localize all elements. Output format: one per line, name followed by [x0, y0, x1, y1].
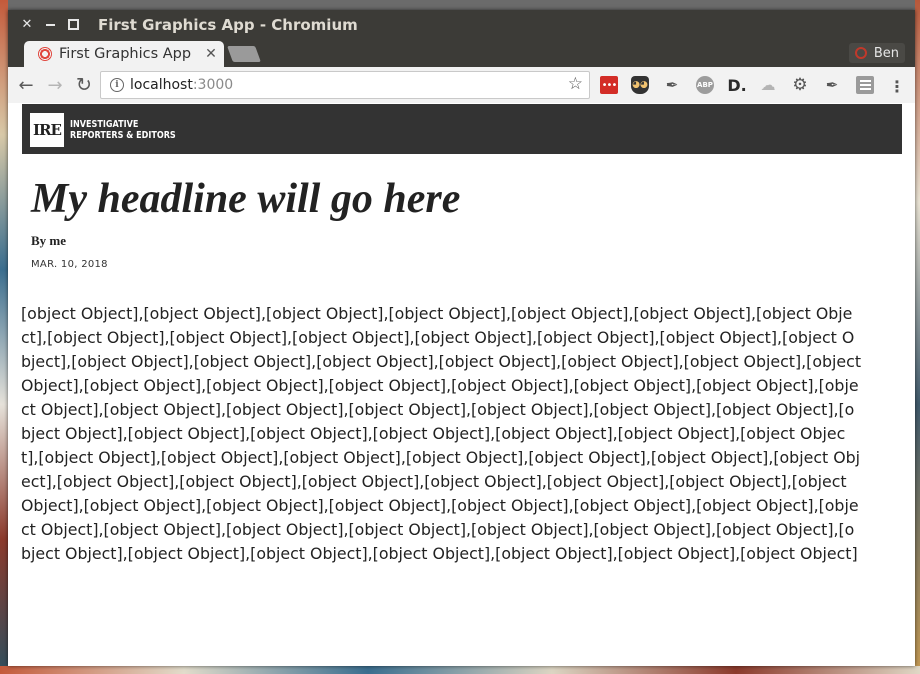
article-body: [object Object],[object Object],[object …: [21, 304, 862, 563]
close-icon: ✕: [21, 17, 33, 32]
article-date: MAR. 10, 2018: [31, 259, 108, 270]
tab-first-graphics-app[interactable]: First Graphics App ✕: [24, 41, 224, 67]
favicon-icon: [38, 47, 52, 61]
pin-extension-icon[interactable]: ✒: [663, 76, 681, 94]
minimize-icon: [45, 23, 55, 26]
desktop-background-left: [0, 0, 8, 674]
new-tab-button[interactable]: [227, 46, 261, 62]
tab-close-button[interactable]: ✕: [205, 46, 217, 62]
tab-strip: First Graphics App ✕ Ben: [8, 39, 915, 67]
org-name-line2: REPORTERS & EDITORS: [70, 130, 176, 141]
info-icon[interactable]: i: [110, 78, 124, 92]
window-maximize-button[interactable]: [66, 18, 80, 32]
window-minimize-button[interactable]: [43, 18, 57, 32]
window-close-button[interactable]: ✕: [20, 17, 34, 32]
profile-name: Ben: [873, 45, 899, 61]
forward-button[interactable]: →: [43, 73, 67, 97]
back-button[interactable]: ←: [14, 73, 38, 97]
url-host: localhost: [130, 77, 193, 93]
document-extension-icon[interactable]: [856, 76, 874, 94]
owl-extension-icon[interactable]: ◕◕: [631, 76, 649, 94]
lastpass-extension-icon[interactable]: •••: [600, 76, 618, 94]
reload-button[interactable]: ↻: [72, 73, 96, 97]
bookmark-star-icon[interactable]: ☆: [568, 74, 583, 94]
url-text[interactable]: localhost:3000: [130, 77, 233, 93]
profile-icon: [854, 47, 867, 59]
window-titlebar: ✕ First Graphics App - Chromium: [8, 10, 915, 39]
desktop-background-bottom: [0, 666, 920, 674]
cloud-extension-icon[interactable]: ☁: [759, 76, 777, 94]
window-title: First Graphics App - Chromium: [98, 15, 358, 34]
arrow-left-icon: ←: [18, 74, 34, 96]
pushpin-extension-icon[interactable]: ✒: [823, 76, 841, 94]
adblock-extension-icon[interactable]: ABP: [696, 76, 714, 94]
url-port: :3000: [192, 77, 234, 93]
page-content: IRE INVESTIGATIVE REPORTERS & EDITORS My…: [8, 103, 915, 666]
desktop-background-right: [915, 0, 920, 674]
reload-icon: ↻: [76, 74, 92, 96]
site-masthead: IRE INVESTIGATIVE REPORTERS & EDITORS: [22, 104, 902, 154]
arrow-right-icon: →: [47, 74, 63, 96]
article-headline: My headline will go here: [31, 176, 461, 222]
ire-logo[interactable]: IRE: [30, 113, 64, 147]
d-extension-icon[interactable]: D.: [727, 76, 746, 95]
org-name-line1: INVESTIGATIVE: [70, 119, 139, 130]
maximize-icon: [67, 19, 79, 30]
org-name: INVESTIGATIVE REPORTERS & EDITORS: [70, 119, 176, 141]
article-byline: By me: [31, 233, 67, 248]
profile-button[interactable]: Ben: [848, 43, 905, 63]
browser-window: ✕ First Graphics App - Chromium First Gr…: [8, 10, 915, 666]
tab-label: First Graphics App: [59, 46, 192, 62]
menu-kebab-icon[interactable]: ⋮: [889, 77, 905, 96]
logo-text: IRE: [33, 121, 62, 139]
address-bar[interactable]: i localhost:3000 ☆: [100, 71, 590, 99]
gear-extension-icon[interactable]: ⚙: [791, 75, 809, 95]
browser-toolbar: ← → ↻ i localhost:3000 ☆ ••• ◕◕ ✒ ABP D.…: [8, 67, 915, 104]
